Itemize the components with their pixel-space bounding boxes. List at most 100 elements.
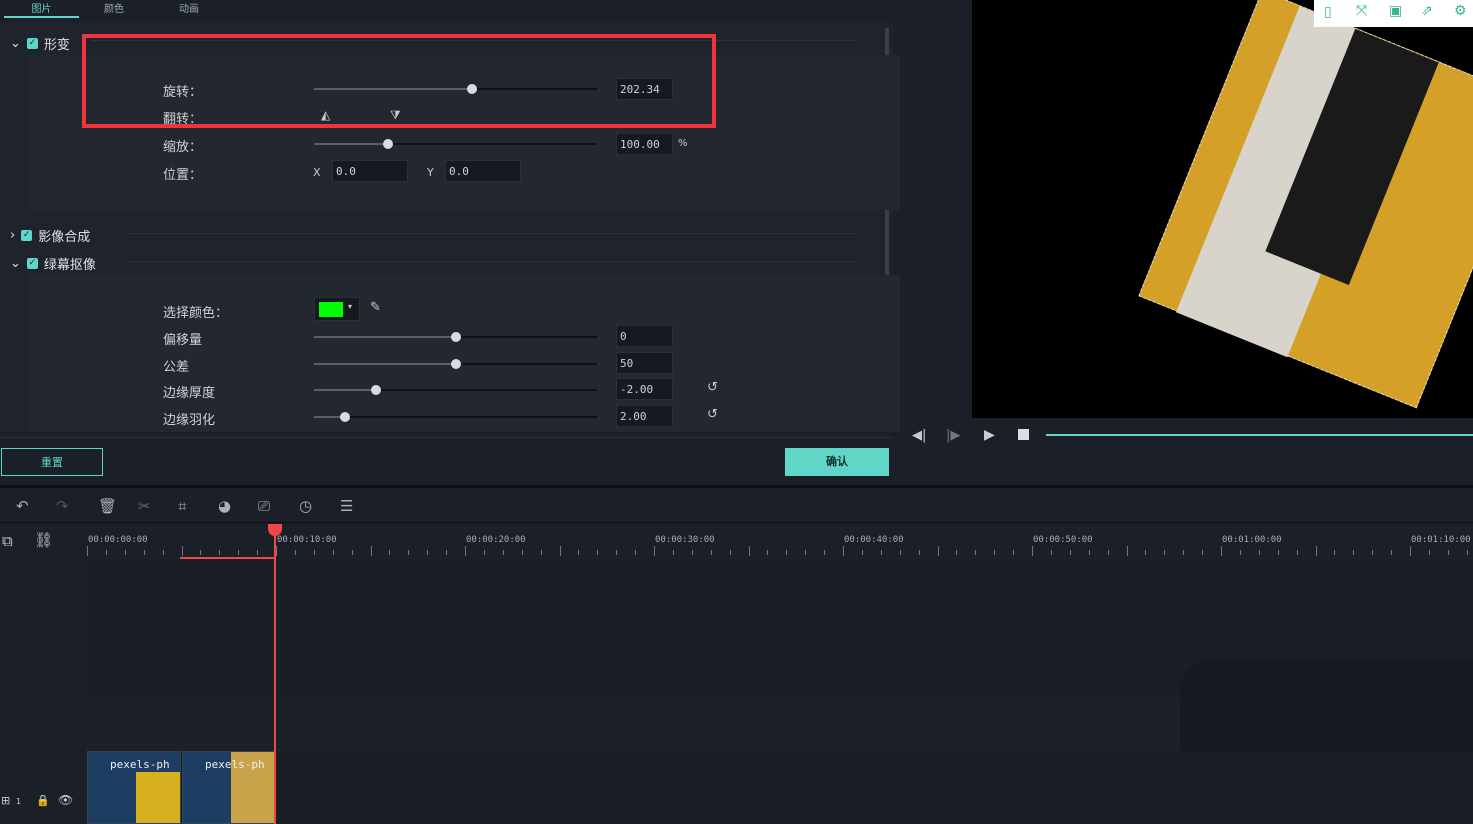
chroma-slider[interactable] [314, 385, 597, 395]
save-icon[interactable]: ▣ [1389, 3, 1402, 19]
checkbox-compositing[interactable]: ✓ [21, 230, 33, 241]
ruler-tick [446, 550, 448, 555]
ruler-tick [918, 550, 920, 555]
scale-slider[interactable] [314, 139, 597, 149]
ruler-tick [1239, 550, 1241, 555]
redo-icon[interactable]: ↷ [56, 497, 69, 515]
reset-icon[interactable]: ↺ [707, 380, 718, 395]
ruler-tick [1466, 550, 1468, 555]
ruler-tick [124, 550, 126, 555]
play-icon[interactable]: ▶ [984, 427, 995, 443]
greenscreen-icon[interactable]: ⎚ [258, 497, 270, 515]
ruler-label: 00:00:20:00 [466, 535, 526, 545]
ruler-tick [1372, 550, 1374, 555]
timeline-clip[interactable]: pexels-ph [87, 751, 181, 824]
adjust-icon[interactable]: ☰ [340, 497, 353, 515]
ruler-tick [899, 550, 901, 555]
color-picker[interactable]: ▾ [314, 297, 360, 321]
ruler-tick [276, 546, 277, 556]
eye-icon[interactable]: 👁 [58, 793, 73, 807]
ruler-tick [824, 550, 826, 555]
ruler-tick [389, 550, 391, 555]
track-video-icon: ⊞ [1, 794, 11, 807]
ruler-tick [370, 546, 372, 556]
section-compositing[interactable]: › ✓ 影像合成 [10, 226, 90, 245]
chevron-right-icon: › [10, 228, 16, 243]
checkbox-chroma[interactable]: ✓ [26, 258, 38, 269]
chroma-input[interactable]: 50 [616, 351, 673, 374]
add-track-icon[interactable]: ⧉ [2, 532, 13, 550]
ruler-tick [1221, 546, 1222, 556]
speed-icon[interactable]: ◷ [299, 497, 312, 515]
ruler-tick [748, 546, 750, 556]
ruler-tick [710, 550, 712, 555]
ruler-tick [332, 550, 334, 555]
scale-label: 缩放： [163, 140, 203, 155]
lock-icon[interactable]: 🔒 [36, 794, 50, 807]
ruler-label: 00:01:10:00 [1411, 535, 1471, 545]
ruler-tick [559, 546, 561, 556]
y-label: Y [427, 166, 434, 179]
prev-frame-icon[interactable]: ◀| [912, 428, 926, 443]
confirm-button[interactable]: 确认 [785, 448, 889, 476]
reset-button[interactable]: 重置 [1, 448, 103, 476]
scale-input[interactable]: 100.00 [616, 133, 673, 155]
section-transform[interactable]: ⌄ ✓ 形变 [10, 34, 70, 53]
chevron-down-icon: ⌄ [10, 256, 21, 271]
ruler-tick [294, 550, 296, 555]
ruler-tick [1107, 550, 1109, 555]
crop-icon[interactable]: ⌗ [178, 497, 186, 515]
reset-icon[interactable]: ↺ [707, 407, 718, 422]
next-frame-icon[interactable]: |▶ [946, 428, 960, 443]
tab-animation[interactable]: 动画 [179, 0, 199, 18]
delete-icon[interactable]: 🗑 [98, 497, 117, 515]
link-icon[interactable]: ⛓ [34, 531, 53, 549]
fullscreen-icon[interactable]: ⤧ [1356, 3, 1367, 19]
ruler-tick [994, 550, 996, 555]
ruler-tick [1258, 550, 1260, 555]
ruler-tick [861, 550, 863, 555]
export-icon[interactable]: ⇗ [1421, 3, 1433, 19]
playback-progress[interactable] [1046, 434, 1473, 436]
ruler-tick [238, 550, 240, 555]
ruler-tick [1202, 550, 1204, 555]
ruler-tick [1447, 550, 1449, 555]
tab-color[interactable]: 颜色 [104, 0, 124, 18]
ruler-tick [1315, 546, 1317, 556]
settings-icon[interactable]: ⚙ [1454, 3, 1467, 19]
tab-image[interactable]: 图片 [4, 0, 79, 18]
chroma-slider[interactable] [314, 332, 597, 342]
x-label: X [313, 166, 321, 179]
checkbox-transform[interactable]: ✓ [26, 38, 38, 49]
eyedropper-icon[interactable]: ✎ [370, 300, 381, 315]
ruler-tick [635, 550, 637, 555]
stop-icon[interactable] [1018, 429, 1029, 440]
chroma-slider[interactable] [314, 358, 597, 369]
video-frame[interactable] [1138, 0, 1473, 409]
section-chroma-key[interactable]: ⌄ ✓ 绿幕抠像 [10, 254, 96, 273]
ruler-tick [219, 550, 221, 555]
position-x-input[interactable]: 0.0 [332, 160, 408, 182]
ruler-tick [427, 550, 429, 555]
ruler-tick [257, 550, 259, 555]
chroma-slider[interactable] [314, 411, 597, 422]
ruler-label: 00:01:00:00 [1222, 535, 1282, 545]
cut-icon[interactable]: ✂ [138, 497, 151, 515]
chevron-down-icon: ⌄ [10, 36, 21, 51]
chroma-label: 偏移量 [163, 333, 203, 348]
color-icon[interactable]: ◕ [218, 497, 231, 515]
ruler-tick [937, 546, 939, 556]
preview-panel: ▯ ⤧ ▣ ⇗ ⚙ ◀| |▶ ▶ [900, 0, 1473, 485]
chroma-input[interactable]: 0 [616, 325, 673, 347]
ruler-tick [1050, 550, 1052, 555]
chroma-input[interactable]: 2.00 [616, 404, 673, 427]
device-icon[interactable]: ▯ [1324, 4, 1332, 20]
ruler-tick [1013, 550, 1015, 555]
undo-icon[interactable]: ↶ [16, 497, 29, 515]
chroma-input[interactable]: -2.00 [616, 378, 673, 400]
chroma-label: 边缘厚度 [163, 386, 216, 401]
ruler-tick [691, 550, 693, 555]
playhead[interactable] [268, 524, 282, 824]
timeline-clip[interactable]: pexels-ph [182, 751, 276, 824]
position-y-input[interactable]: 0.0 [445, 160, 521, 182]
